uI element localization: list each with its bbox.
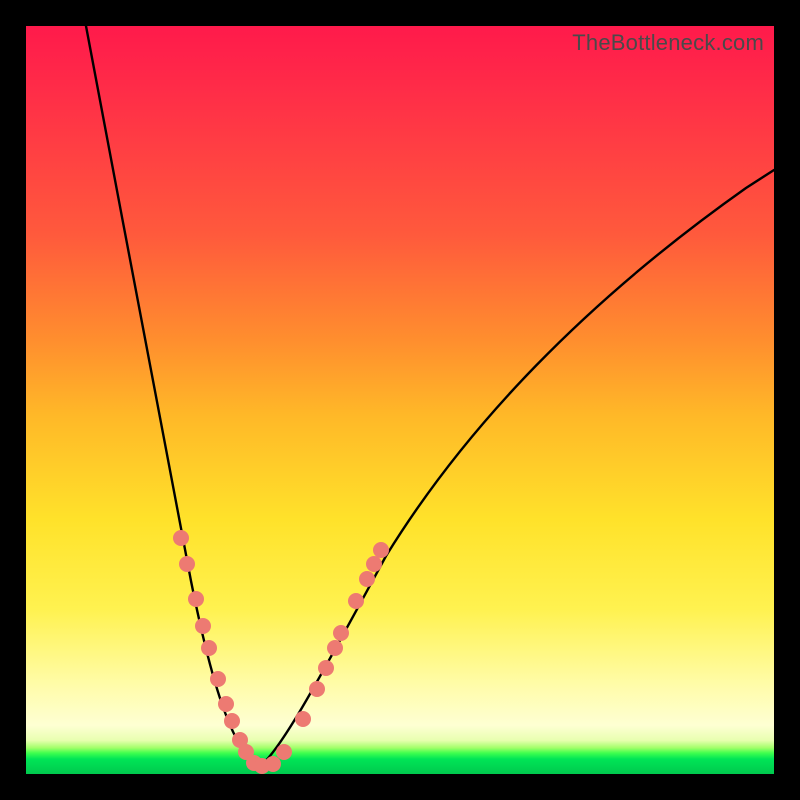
data-dot (224, 713, 240, 729)
data-dot (309, 681, 325, 697)
data-dot (366, 556, 382, 572)
data-dot (276, 744, 292, 760)
data-dot (195, 618, 211, 634)
plot-area: TheBottleneck.com (26, 26, 774, 774)
data-dot (188, 591, 204, 607)
chart-frame: TheBottleneck.com (0, 0, 800, 800)
data-dot (348, 593, 364, 609)
data-dot (333, 625, 349, 641)
data-dot (210, 671, 226, 687)
data-dot (295, 711, 311, 727)
data-dot (359, 571, 375, 587)
data-dot (318, 660, 334, 676)
data-dot (179, 556, 195, 572)
data-dot (265, 756, 281, 772)
v-curve (86, 26, 774, 768)
dot-layer (173, 530, 389, 774)
data-dot (201, 640, 217, 656)
data-dot (327, 640, 343, 656)
data-dot (173, 530, 189, 546)
chart-svg (26, 26, 774, 774)
data-dot (373, 542, 389, 558)
data-dot (218, 696, 234, 712)
